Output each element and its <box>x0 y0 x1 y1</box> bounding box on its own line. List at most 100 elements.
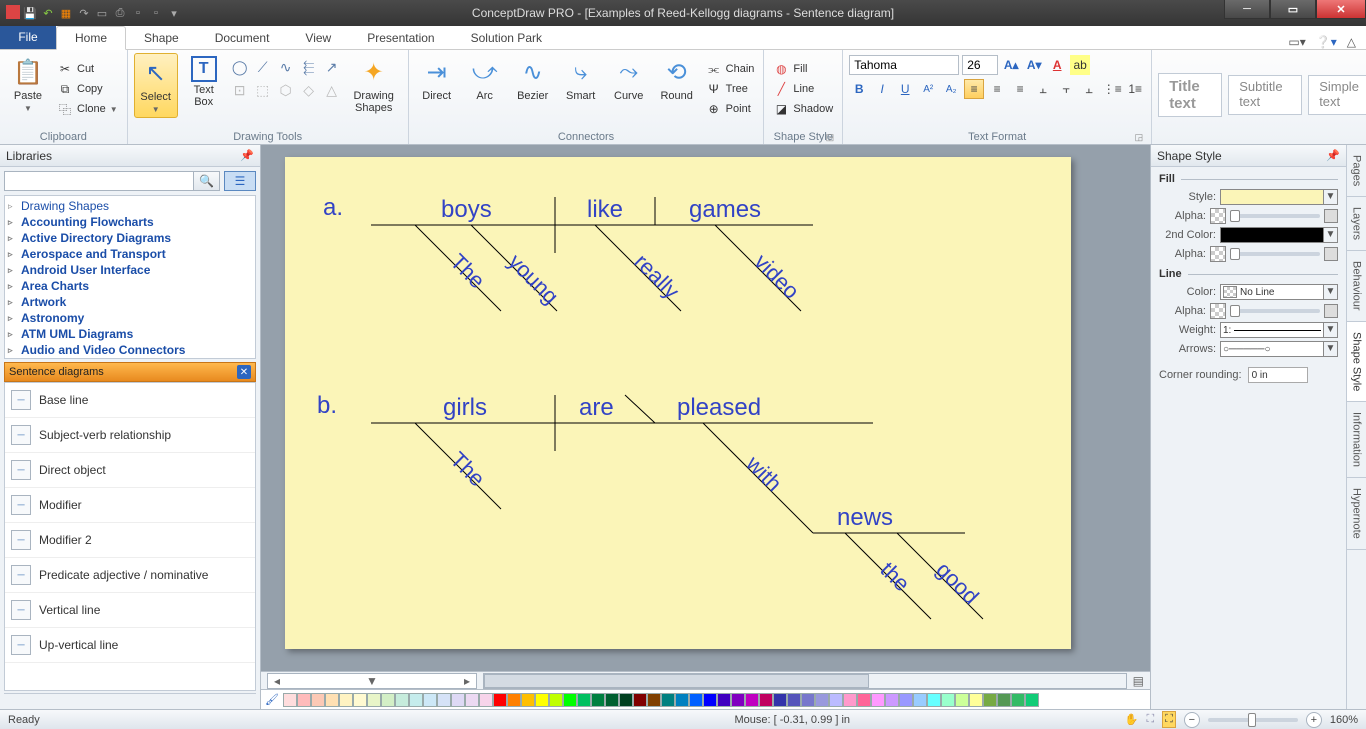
shape-library-item[interactable]: ─Up-vertical line <box>5 628 255 663</box>
palette-swatch[interactable] <box>857 693 871 707</box>
zoom-out-button[interactable]: − <box>1184 712 1200 728</box>
palette-swatch[interactable] <box>997 693 1011 707</box>
library-category-item[interactable]: Artwork <box>5 294 255 310</box>
font-size-input[interactable] <box>962 55 998 75</box>
font-color-button[interactable]: A <box>1047 55 1067 75</box>
canvas-hscroll[interactable] <box>483 673 1127 689</box>
library-category-item[interactable]: Active Directory Diagrams <box>5 230 255 246</box>
underline-button[interactable]: U <box>895 79 915 99</box>
qat-print-icon[interactable]: ⎙ <box>112 5 128 21</box>
palette-swatch[interactable] <box>395 693 409 707</box>
simple-style-button[interactable]: Simple text <box>1308 75 1366 115</box>
tab-document[interactable]: Document <box>197 27 288 49</box>
palette-swatch[interactable] <box>465 693 479 707</box>
qat-redo-icon[interactable]: ↷ <box>76 5 92 21</box>
shape-library-item[interactable]: ─Direct object <box>5 453 255 488</box>
shape-library-item[interactable]: ─Modifier 2 <box>5 523 255 558</box>
palette-swatch[interactable] <box>955 693 969 707</box>
round-connector-button[interactable]: ⟲Round <box>655 53 699 105</box>
palette-swatch[interactable] <box>311 693 325 707</box>
tab-shape[interactable]: Shape <box>126 27 197 49</box>
qat-undo-icon[interactable]: ↶ <box>40 5 56 21</box>
window-menu-icon[interactable]: ▭▾ <box>1288 35 1305 49</box>
curve-connector-button[interactable]: ⤳Curve <box>607 53 651 105</box>
palette-swatch[interactable] <box>423 693 437 707</box>
palette-swatch[interactable] <box>661 693 675 707</box>
palette-swatch[interactable] <box>647 693 661 707</box>
sentence-diagrams-list[interactable]: ─Base line─Subject-verb relationship─Dir… <box>4 382 256 691</box>
shape-library-item[interactable]: ─Subject-verb relationship <box>5 418 255 453</box>
palette-swatch[interactable] <box>507 693 521 707</box>
line-weight-dropdown[interactable]: 1:▼ <box>1220 322 1338 338</box>
corner-rounding-input[interactable]: 0 in <box>1248 367 1308 383</box>
fit-width-icon[interactable]: ⛶ <box>1162 711 1176 728</box>
qat-new-icon[interactable]: ▫ <box>130 5 146 21</box>
library-category-item[interactable]: Audio and Video Connectors <box>5 342 255 358</box>
library-category-item[interactable]: Aerospace and Transport <box>5 246 255 262</box>
palette-swatch[interactable] <box>829 693 843 707</box>
palette-swatch[interactable] <box>759 693 773 707</box>
palette-swatch[interactable] <box>815 693 829 707</box>
library-category-item[interactable]: Accounting Flowcharts <box>5 214 255 230</box>
shape-library-item[interactable]: ─Base line <box>5 383 255 418</box>
shape-icons-row1[interactable]: ◯⟋∿⬱↗ <box>230 56 342 77</box>
second-color-dropdown[interactable]: ▼ <box>1220 227 1338 243</box>
subscript-button[interactable]: A₂ <box>941 79 961 99</box>
launcher-icon[interactable]: ◲ <box>826 132 835 143</box>
palette-swatch[interactable] <box>353 693 367 707</box>
library-category-item[interactable]: ATM UML Diagrams <box>5 326 255 342</box>
palette-swatch[interactable] <box>521 693 535 707</box>
palette-swatch[interactable] <box>479 693 493 707</box>
numbered-button[interactable]: 1≡ <box>1125 79 1145 99</box>
palette-swatch[interactable] <box>563 693 577 707</box>
launcher-icon[interactable]: ◲ <box>1135 132 1144 143</box>
drawing-page[interactable]: a. boys like games The young really vide… <box>285 157 1071 649</box>
palette-swatch[interactable] <box>899 693 913 707</box>
align-right-button[interactable]: ≡ <box>1010 79 1030 99</box>
close-library-button[interactable]: ✕ <box>237 365 251 379</box>
tab-file[interactable]: File <box>0 25 56 49</box>
palette-swatch[interactable] <box>969 693 983 707</box>
shrink-font-button[interactable]: A▾ <box>1024 55 1044 75</box>
bullets-button[interactable]: ⋮≡ <box>1102 79 1122 99</box>
library-category-item[interactable]: Drawing Shapes <box>5 198 255 214</box>
close-button[interactable]: ✕ <box>1316 0 1366 19</box>
page-navigator[interactable]: ◂▼▸ <box>267 673 477 689</box>
shape-library-item[interactable]: ─Predicate adjective / nominative <box>5 558 255 593</box>
shadow-button[interactable]: ◪Shadow <box>770 100 836 118</box>
textbox-button[interactable]: T Text Box <box>182 53 226 111</box>
line-alpha-slider[interactable] <box>1230 309 1320 313</box>
qat-save-icon[interactable]: 💾 <box>22 5 38 21</box>
palette-swatch[interactable] <box>941 693 955 707</box>
subtitle-style-button[interactable]: Subtitle text <box>1228 75 1302 115</box>
qat-dd-icon[interactable]: ▾ <box>166 5 182 21</box>
fill-button[interactable]: ◍Fill <box>770 60 836 78</box>
palette-swatch[interactable] <box>493 693 507 707</box>
palette-picker-icon[interactable]: 🖌 <box>265 693 283 706</box>
side-tab-pages[interactable]: Pages <box>1347 145 1366 197</box>
palette-swatch[interactable] <box>451 693 465 707</box>
palette-swatch[interactable] <box>605 693 619 707</box>
pin-icon[interactable]: 📌 <box>1326 149 1340 162</box>
palette-swatch[interactable] <box>731 693 745 707</box>
tab-presentation[interactable]: Presentation <box>349 27 452 49</box>
palette-swatch[interactable] <box>703 693 717 707</box>
left-hscroll[interactable] <box>4 693 256 709</box>
align-top-button[interactable]: ⫠ <box>1033 79 1053 99</box>
point-button[interactable]: ⊕Point <box>703 100 758 118</box>
font-name-input[interactable] <box>849 55 959 75</box>
palette-swatch[interactable] <box>619 693 633 707</box>
canvas-viewport[interactable]: a. boys like games The young really vide… <box>261 145 1150 671</box>
palette-swatch[interactable] <box>1025 693 1039 707</box>
highlight-button[interactable]: ab <box>1070 55 1090 75</box>
qat-open-icon[interactable]: ▭ <box>94 5 110 21</box>
side-tab-hypernote[interactable]: Hypernote <box>1347 478 1366 550</box>
paste-button[interactable]: 📋 Paste ▼ <box>6 53 50 116</box>
title-style-button[interactable]: Title text <box>1158 73 1222 118</box>
palette-swatch[interactable] <box>843 693 857 707</box>
palette-swatch[interactable] <box>773 693 787 707</box>
palette-swatch[interactable] <box>675 693 689 707</box>
tab-home[interactable]: Home <box>56 26 126 50</box>
palette-swatch[interactable] <box>325 693 339 707</box>
palette-swatch[interactable] <box>535 693 549 707</box>
